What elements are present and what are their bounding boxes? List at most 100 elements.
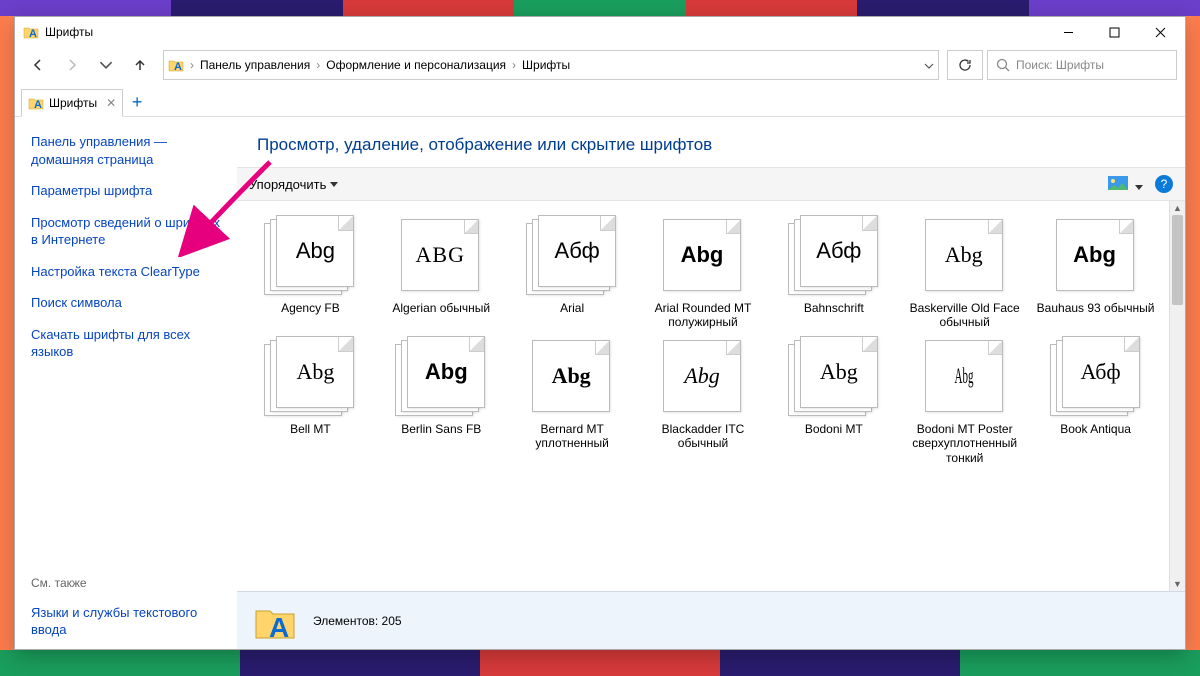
font-label: Agency FB <box>281 301 340 315</box>
font-sample: Abg <box>277 337 353 407</box>
chevron-down-icon <box>1135 185 1143 190</box>
font-sample: Abg <box>664 220 740 290</box>
fonts-folder-icon: A <box>253 599 297 643</box>
font-item[interactable]: Abg Berlin Sans FB <box>378 336 505 465</box>
font-item[interactable]: Abg Bernard MT уплотненный <box>509 336 636 465</box>
breadcrumb-sep: › <box>512 58 516 72</box>
font-sample: Abg <box>277 216 353 286</box>
font-sample: Abg <box>945 341 983 411</box>
toolbar: Упорядочить ? <box>237 167 1185 201</box>
sidebar-link[interactable]: Просмотр сведений о шрифтах в Интернете <box>31 214 227 249</box>
scroll-thumb[interactable] <box>1172 215 1183 305</box>
breadcrumb-seg[interactable]: Панель управления <box>200 58 310 72</box>
forward-button[interactable] <box>57 51 87 79</box>
font-sample: Абф <box>801 216 877 286</box>
fonts-folder-icon: A <box>28 95 44 111</box>
breadcrumb-sep: › <box>190 58 194 72</box>
status-bar: A Элементов: 205 <box>237 591 1185 649</box>
tab-fonts[interactable]: A Шрифты ✕ <box>21 89 123 117</box>
sidebar-also-link[interactable]: Языки и службы текстового ввода <box>31 604 227 639</box>
font-label: Book Antiqua <box>1060 422 1131 436</box>
font-item[interactable]: Abg Blackadder ITC обычный <box>640 336 767 465</box>
font-item[interactable]: Абф Arial <box>509 215 636 330</box>
minimize-button[interactable] <box>1045 17 1091 47</box>
font-sample: Abg <box>533 341 609 411</box>
see-also-label: См. также <box>31 576 227 590</box>
address-dropdown[interactable] <box>924 58 934 72</box>
fonts-folder-icon: A <box>168 57 184 73</box>
recent-dropdown[interactable] <box>91 51 121 79</box>
font-sample: Abg <box>1057 220 1133 290</box>
titlebar: A Шрифты <box>15 17 1185 47</box>
svg-text:A: A <box>269 612 289 643</box>
font-item[interactable]: Abg Bauhaus 93 обычный <box>1032 215 1159 330</box>
font-grid: Abg Agency FB ABG Algerian обычный Абф Arial A… <box>237 201 1169 591</box>
breadcrumb-sep: › <box>316 58 320 72</box>
address-bar[interactable]: A › Панель управления › Оформление и пер… <box>163 50 939 80</box>
tab-bar: A Шрифты ✕ + <box>15 83 1185 117</box>
breadcrumb-seg[interactable]: Оформление и персонализация <box>326 58 506 72</box>
font-label: Bauhaus 93 обычный <box>1037 301 1155 315</box>
main-panel: Просмотр, удаление, отображение или скры… <box>237 117 1185 649</box>
font-label: Bernard MT уплотненный <box>512 422 632 451</box>
font-sample: Абф <box>539 216 615 286</box>
up-button[interactable] <box>125 51 155 79</box>
window: A Шрифты A › Панель управления › Оформле… <box>14 16 1186 650</box>
refresh-button[interactable] <box>947 50 983 80</box>
organize-button[interactable]: Упорядочить <box>249 177 338 192</box>
font-label: Berlin Sans FB <box>401 422 481 436</box>
search-icon <box>996 58 1010 72</box>
search-placeholder: Поиск: Шрифты <box>1016 58 1104 72</box>
font-sample: Abg <box>926 220 1002 290</box>
sidebar: Панель управления — домашняя страница Па… <box>15 117 237 649</box>
nav-bar: A › Панель управления › Оформление и пер… <box>15 47 1185 83</box>
font-item[interactable]: Abg Arial Rounded MT полужирный <box>640 215 767 330</box>
window-title: Шрифты <box>45 25 93 39</box>
font-item[interactable]: Абф Book Antiqua <box>1032 336 1159 465</box>
font-sample: Abg <box>801 337 877 407</box>
scrollbar[interactable]: ▲ ▼ <box>1169 201 1185 591</box>
sidebar-link[interactable]: Параметры шрифта <box>31 182 227 200</box>
tab-close-icon[interactable]: ✕ <box>106 96 116 110</box>
new-tab-button[interactable]: + <box>123 88 151 116</box>
page-headline: Просмотр, удаление, отображение или скры… <box>237 117 1185 167</box>
font-sample: ABG <box>402 220 478 290</box>
font-item[interactable]: Abg Bell MT <box>247 336 374 465</box>
tab-label: Шрифты <box>49 96 97 110</box>
font-label: Arial Rounded MT полужирный <box>643 301 763 330</box>
close-button[interactable] <box>1137 17 1183 47</box>
svg-text:A: A <box>174 61 182 73</box>
view-options-button[interactable] <box>1108 176 1143 193</box>
font-item[interactable]: ABG Algerian обычный <box>378 215 505 330</box>
font-label: Algerian обычный <box>392 301 490 315</box>
sidebar-home-link[interactable]: Панель управления — домашняя страница <box>31 133 227 168</box>
back-button[interactable] <box>23 51 53 79</box>
font-item[interactable]: Abg Bodoni MT <box>770 336 897 465</box>
search-box[interactable]: Поиск: Шрифты <box>987 50 1177 80</box>
maximize-button[interactable] <box>1091 17 1137 47</box>
sidebar-link[interactable]: Настройка текста ClearType <box>31 263 227 281</box>
svg-text:A: A <box>29 28 37 40</box>
font-item[interactable]: Abg Baskerville Old Face обычный <box>901 215 1028 330</box>
font-label: Arial <box>560 301 584 315</box>
scroll-up-icon[interactable]: ▲ <box>1170 201 1185 215</box>
scroll-down-icon[interactable]: ▼ <box>1170 577 1185 591</box>
font-label: Blackadder ITC обычный <box>643 422 763 451</box>
font-label: Bell MT <box>290 422 331 436</box>
font-label: Baskerville Old Face обычный <box>905 301 1025 330</box>
sidebar-link[interactable]: Поиск символа <box>31 294 227 312</box>
font-label: Bodoni MT <box>805 422 863 436</box>
font-sample: Abg <box>664 341 740 411</box>
help-button[interactable]: ? <box>1155 175 1173 193</box>
font-sample: Абф <box>1063 337 1139 407</box>
breadcrumb-seg[interactable]: Шрифты <box>522 58 570 72</box>
fonts-folder-icon: A <box>23 24 39 40</box>
font-label: Bahnschrift <box>804 301 864 315</box>
font-item[interactable]: Abg Bodoni MT Poster сверхуплотненный тон… <box>901 336 1028 465</box>
font-item[interactable]: Абф Bahnschrift <box>770 215 897 330</box>
font-sample: Abg <box>408 337 484 407</box>
sidebar-link[interactable]: Скачать шрифты для всех языков <box>31 326 227 361</box>
svg-text:A: A <box>34 99 42 111</box>
font-item[interactable]: Abg Agency FB <box>247 215 374 330</box>
font-label: Bodoni MT Poster сверхуплотненный тонкий <box>905 422 1025 465</box>
